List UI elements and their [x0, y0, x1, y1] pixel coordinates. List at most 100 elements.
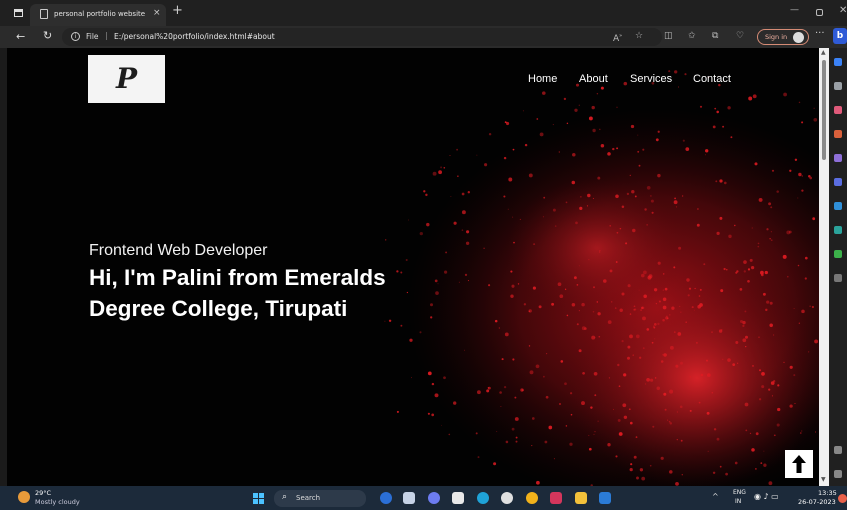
splash-speckle — [696, 208, 699, 210]
network-volume-battery-icon[interactable]: ◉ ♪ ▭ — [754, 492, 779, 501]
tray-overflow-icon[interactable]: ^ — [712, 492, 719, 501]
taskbar-app-copilot-icon[interactable] — [380, 492, 392, 504]
splash-speckle — [532, 286, 536, 290]
scroll-thumb[interactable] — [822, 60, 826, 160]
sidebar-outlook-icon[interactable] — [834, 202, 842, 210]
weather-condition[interactable]: Mostly cloudy — [35, 498, 80, 506]
splash-speckle — [813, 117, 818, 122]
splash-speckle — [771, 169, 775, 172]
splash-speckle — [572, 153, 576, 157]
refresh-icon[interactable]: ↻ — [43, 29, 52, 42]
sidebar-add-icon[interactable] — [834, 274, 842, 282]
clock-time[interactable]: 13:35 — [818, 489, 837, 497]
splash-speckle — [724, 181, 727, 185]
sidebar-office-icon[interactable] — [834, 178, 842, 186]
splash-speckle — [736, 362, 739, 364]
splash-speckle — [677, 332, 682, 336]
restore-icon[interactable] — [816, 9, 823, 16]
nav-about[interactable]: About — [579, 73, 608, 85]
sidebar-search-icon[interactable] — [834, 58, 842, 66]
splash-speckle — [511, 284, 515, 288]
scroll-down-icon[interactable]: ▼ — [821, 476, 826, 483]
sidebar-layout-icon[interactable] — [834, 446, 842, 454]
back-icon[interactable]: ← — [16, 30, 25, 43]
taskbar-app-github-icon[interactable] — [501, 492, 513, 504]
splash-speckle — [586, 205, 589, 207]
windows-start-icon[interactable] — [253, 493, 264, 504]
splash-speckle — [641, 306, 644, 310]
nav-services[interactable]: Services — [630, 73, 672, 85]
scroll-up-icon[interactable]: ▲ — [821, 49, 826, 56]
splash-speckle — [814, 339, 819, 344]
browser-essentials-icon[interactable]: ♡ — [736, 30, 744, 42]
taskbar-app-edge-icon[interactable] — [477, 492, 489, 504]
splash-speckle — [467, 280, 469, 282]
taskbar-search[interactable]: ⌕ Search — [274, 490, 366, 507]
splash-speckle — [694, 287, 696, 290]
collections-icon[interactable]: ⧉ — [712, 30, 718, 42]
splash-speckle — [542, 216, 544, 218]
splash-speckle — [569, 442, 573, 446]
splash-speckle — [707, 450, 709, 452]
splash-speckle — [719, 465, 722, 468]
splash-speckle — [576, 284, 579, 286]
nav-home[interactable]: Home — [528, 73, 557, 85]
sidebar-designer-icon[interactable] — [834, 226, 842, 234]
site-logo[interactable]: P — [88, 55, 165, 103]
splash-speckle — [757, 245, 760, 248]
copilot-icon[interactable]: b — [833, 28, 847, 44]
splash-speckle — [770, 381, 775, 385]
taskbar-app-vscode-icon[interactable] — [599, 492, 611, 504]
splash-speckle — [769, 301, 773, 305]
language-region[interactable]: IN — [735, 498, 741, 505]
info-icon[interactable]: i — [71, 32, 80, 41]
url-text[interactable]: E:/personal%20portfolio/index.html#about — [114, 32, 275, 41]
nav-contact[interactable]: Contact — [693, 73, 731, 85]
more-options-icon[interactable]: ··· — [815, 28, 825, 39]
sidebar-drop-icon[interactable] — [834, 250, 842, 258]
split-screen-icon[interactable]: ◫ — [664, 30, 673, 42]
tab-close-icon[interactable]: × — [153, 8, 161, 18]
splash-speckle — [747, 268, 751, 271]
splash-speckle — [419, 331, 422, 334]
read-aloud-icon[interactable]: A» — [613, 30, 622, 45]
splash-speckle — [488, 284, 491, 287]
sign-in-button[interactable]: Sign in — [757, 29, 809, 45]
splash-speckle — [461, 229, 464, 231]
favorites-icon[interactable]: ✩ — [688, 30, 696, 42]
sidebar-shopping-icon[interactable] — [834, 106, 842, 114]
sidebar-zoom-icon[interactable] — [834, 82, 842, 90]
clock-date[interactable]: 26-07-2023 — [798, 498, 836, 506]
notification-icon[interactable] — [838, 494, 847, 503]
favorite-star-icon[interactable]: ☆ — [635, 30, 643, 42]
window-close-icon[interactable]: ✕ — [839, 5, 847, 16]
new-tab-icon[interactable]: + — [172, 4, 183, 18]
taskbar-app-chrome-icon[interactable] — [526, 492, 538, 504]
sidebar-tools-icon[interactable] — [834, 130, 842, 138]
weather-temperature[interactable]: 29°C — [35, 489, 51, 497]
taskbar-app-task-view-icon[interactable] — [403, 492, 415, 504]
splash-speckle — [512, 148, 515, 151]
splash-speckle — [632, 228, 636, 233]
splash-speckle — [674, 197, 676, 200]
taskbar-app-teams-icon[interactable] — [428, 492, 440, 504]
splash-speckle — [685, 147, 690, 151]
sidebar-games-icon[interactable] — [834, 154, 842, 162]
minimize-icon[interactable]: — — [790, 5, 799, 15]
window-menu-icon[interactable] — [14, 9, 23, 17]
weather-icon[interactable] — [18, 491, 30, 503]
sidebar-settings-icon[interactable] — [834, 470, 842, 478]
taskbar-app-calendar-icon[interactable] — [452, 492, 464, 504]
taskbar-app-store-icon[interactable] — [550, 492, 562, 504]
splash-speckle — [783, 361, 785, 364]
splash-speckle — [705, 149, 709, 153]
tab-portfolio[interactable]: personal portfolio website × — [30, 4, 166, 26]
address-bar[interactable]: i File | E:/personal%20portfolio/index.h… — [62, 28, 662, 46]
splash-speckle — [633, 455, 637, 459]
page-scrollbar[interactable]: ▲ ▼ — [819, 48, 829, 486]
taskbar-app-folder-icon[interactable] — [575, 492, 587, 504]
back-to-top-button[interactable] — [785, 450, 813, 478]
splash-speckle — [815, 431, 817, 433]
splash-speckle — [650, 378, 654, 382]
language-indicator[interactable]: ENG — [733, 489, 746, 496]
